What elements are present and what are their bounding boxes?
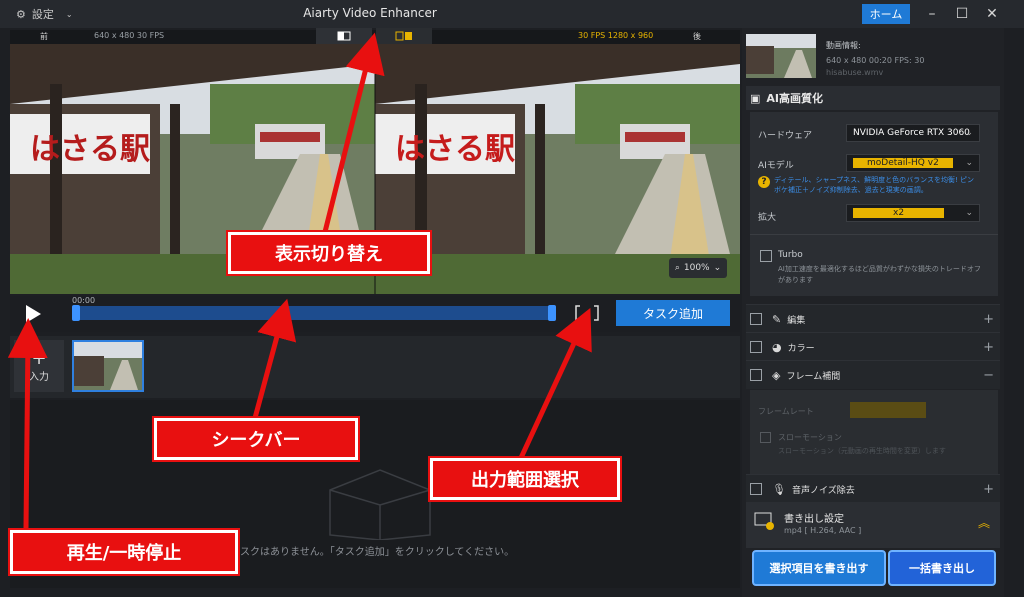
callout-output-range: 出力範囲選択 [428, 456, 622, 502]
callout-seekbar: シークバー [152, 416, 360, 462]
annotation-arrows [7, 32, 592, 529]
callout-play-pause: 再生/一時停止 [8, 528, 240, 576]
callout-view-toggle: 表示切り替え [226, 230, 432, 276]
